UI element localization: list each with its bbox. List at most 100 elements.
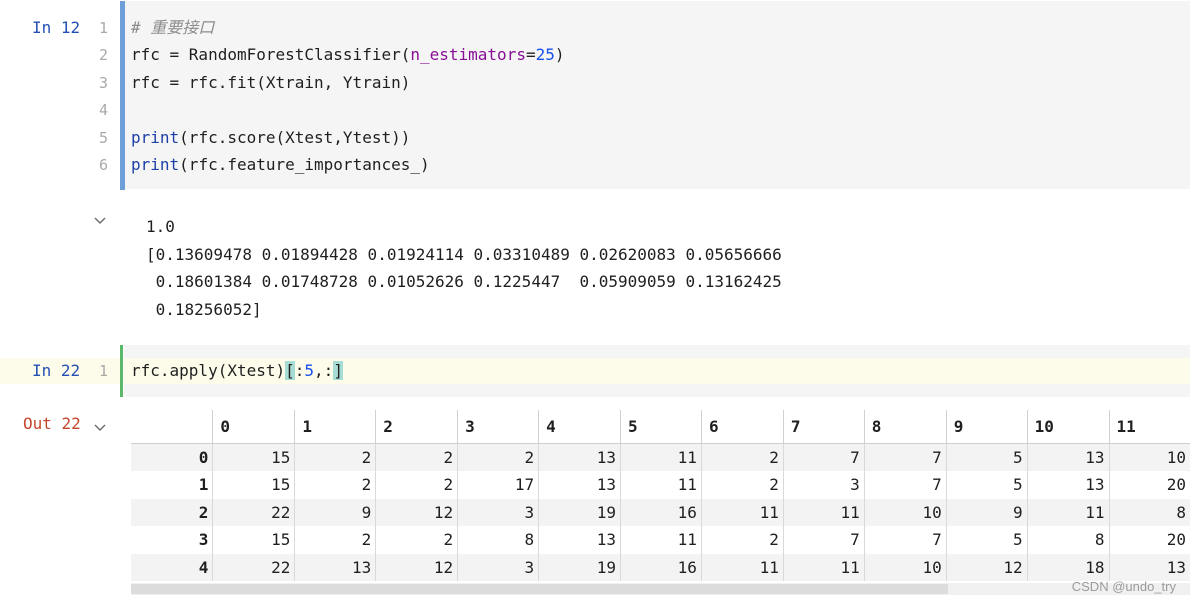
- table-cell[interactable]: 20: [1108, 526, 1190, 554]
- code-text: :: [294, 361, 305, 380]
- column-header[interactable]: 9: [945, 410, 1028, 444]
- line-number: 3: [98, 74, 108, 92]
- table-cell[interactable]: 10: [863, 553, 947, 581]
- table-cell[interactable]: 3: [457, 553, 539, 581]
- table-cell[interactable]: 2: [375, 526, 458, 554]
- table-cell[interactable]: 22: [212, 553, 295, 581]
- table-cell[interactable]: 3: [457, 498, 539, 526]
- code-line-2[interactable]: rfc = RandomForestClassifier(n_estimator…: [131, 45, 565, 65]
- table-cell[interactable]: 2: [700, 443, 784, 471]
- code-text: ,:: [314, 361, 334, 380]
- table-cell[interactable]: 22: [212, 498, 295, 526]
- column-header[interactable]: 11: [1108, 410, 1190, 444]
- table-cell[interactable]: 11: [782, 498, 865, 526]
- column-header[interactable]: 7: [782, 410, 865, 444]
- column-header[interactable]: 6: [700, 410, 784, 444]
- table-cell[interactable]: 13: [1026, 443, 1110, 471]
- table-cell[interactable]: 2: [700, 471, 784, 499]
- column-header[interactable]: 10: [1026, 410, 1110, 444]
- line-number: 5: [98, 129, 108, 147]
- table-row: 4 22 13 12 3 19 16 11 11 10 12 18 13: [131, 553, 1190, 581]
- code-line-5[interactable]: print(rfc.score(Xtest,Ytest)): [131, 128, 410, 148]
- table-cell[interactable]: 5: [945, 471, 1028, 499]
- table-cell[interactable]: 11: [620, 526, 702, 554]
- code-line-6[interactable]: print(rfc.feature_importances_): [131, 155, 430, 175]
- line-number: 1: [98, 19, 108, 37]
- table-cell[interactable]: 2: [457, 443, 539, 471]
- table-cell[interactable]: 2: [294, 471, 376, 499]
- table-cell[interactable]: 13: [294, 553, 376, 581]
- column-header[interactable]: 2: [375, 410, 458, 444]
- code-line-comment[interactable]: # 重要接口: [131, 18, 214, 38]
- table-cell[interactable]: 10: [1108, 443, 1190, 471]
- table-row: 3 15 2 2 8 13 11 2 7 7 5 8 20: [131, 526, 1190, 554]
- table-cell[interactable]: 11: [620, 471, 702, 499]
- table-cell[interactable]: 17: [457, 471, 539, 499]
- table-cell[interactable]: 8: [457, 526, 539, 554]
- table-cell[interactable]: 5: [945, 443, 1028, 471]
- table-cell[interactable]: 5: [945, 526, 1028, 554]
- chevron-down-icon[interactable]: [93, 420, 107, 434]
- row-index: 0: [198, 447, 209, 467]
- table-cell[interactable]: 2: [294, 443, 376, 471]
- table-cell[interactable]: 2: [294, 526, 376, 554]
- table-cell[interactable]: 13: [538, 471, 621, 499]
- table-cell[interactable]: 7: [782, 526, 865, 554]
- table-cell[interactable]: 11: [1026, 498, 1110, 526]
- table-cell[interactable]: 13: [1108, 553, 1190, 581]
- table-cell[interactable]: 3: [782, 471, 865, 499]
- table-cell[interactable]: 11: [700, 553, 784, 581]
- table-cell[interactable]: 11: [782, 553, 865, 581]
- table-cell[interactable]: 15: [212, 526, 295, 554]
- table-cell[interactable]: 12: [375, 498, 458, 526]
- line-number: 1: [98, 362, 108, 380]
- table-cell[interactable]: 7: [782, 443, 865, 471]
- table-cell[interactable]: 20: [1108, 471, 1190, 499]
- table-cell[interactable]: 2: [375, 471, 458, 499]
- table-cell[interactable]: 15: [212, 443, 295, 471]
- cell-1-output: 1.0 [0.13609478 0.01894428 0.01924114 0.0…: [146, 213, 782, 323]
- column-header[interactable]: 0: [212, 410, 295, 444]
- table-cell[interactable]: 19: [538, 498, 621, 526]
- table-cell[interactable]: 11: [620, 443, 702, 471]
- row-index: 2: [198, 502, 209, 522]
- column-header[interactable]: 5: [620, 410, 702, 444]
- table-cell[interactable]: 10: [863, 498, 947, 526]
- table-cell[interactable]: 13: [538, 443, 621, 471]
- table-cell[interactable]: 13: [538, 526, 621, 554]
- table-cell[interactable]: 12: [945, 553, 1028, 581]
- table-cell[interactable]: 9: [294, 498, 376, 526]
- code-text: rfc = RandomForestClassifier(: [131, 45, 411, 64]
- matched-bracket: ]: [333, 361, 343, 380]
- horizontal-scrollbar-thumb[interactable]: [131, 584, 948, 594]
- table-cell[interactable]: 8: [1108, 498, 1190, 526]
- code-line-3[interactable]: rfc = rfc.fit(Xtrain, Ytrain): [131, 73, 410, 93]
- cell-1-prompt: In 12: [32, 18, 81, 37]
- code-number: 5: [304, 361, 315, 380]
- table-cell[interactable]: 11: [700, 498, 784, 526]
- code-text: rfc = rfc.fit(Xtrain, Ytrain): [131, 73, 411, 92]
- table-cell[interactable]: 7: [863, 443, 947, 471]
- dataframe-output: 0 1 2 3 4 5 6 7 8 9 10 11 0 15 2 2 2 13 11 2 7 7 5…: [131, 410, 1190, 581]
- table-cell[interactable]: 7: [863, 471, 947, 499]
- table-cell[interactable]: 2: [700, 526, 784, 554]
- code-text: =: [525, 45, 536, 64]
- table-cell[interactable]: 15: [212, 471, 295, 499]
- table-cell[interactable]: 19: [538, 553, 621, 581]
- table-cell[interactable]: 7: [863, 526, 947, 554]
- table-cell[interactable]: 2: [375, 443, 458, 471]
- table-cell[interactable]: 13: [1026, 471, 1110, 499]
- code-line-apply[interactable]: rfc.apply(Xtest)[:5,:]: [131, 361, 343, 381]
- table-cell[interactable]: 18: [1026, 553, 1110, 581]
- column-header[interactable]: 8: [863, 410, 947, 444]
- column-header[interactable]: 1: [294, 410, 376, 444]
- table-cell[interactable]: 9: [945, 498, 1028, 526]
- table-row: 1 15 2 2 17 13 11 2 3 7 5 13 20: [131, 471, 1190, 499]
- chevron-down-icon[interactable]: [93, 213, 107, 227]
- table-cell[interactable]: 16: [620, 498, 702, 526]
- table-cell[interactable]: 12: [375, 553, 458, 581]
- column-header[interactable]: 3: [457, 410, 539, 444]
- table-cell[interactable]: 16: [620, 553, 702, 581]
- table-cell[interactable]: 8: [1026, 526, 1110, 554]
- column-header[interactable]: 4: [538, 410, 621, 444]
